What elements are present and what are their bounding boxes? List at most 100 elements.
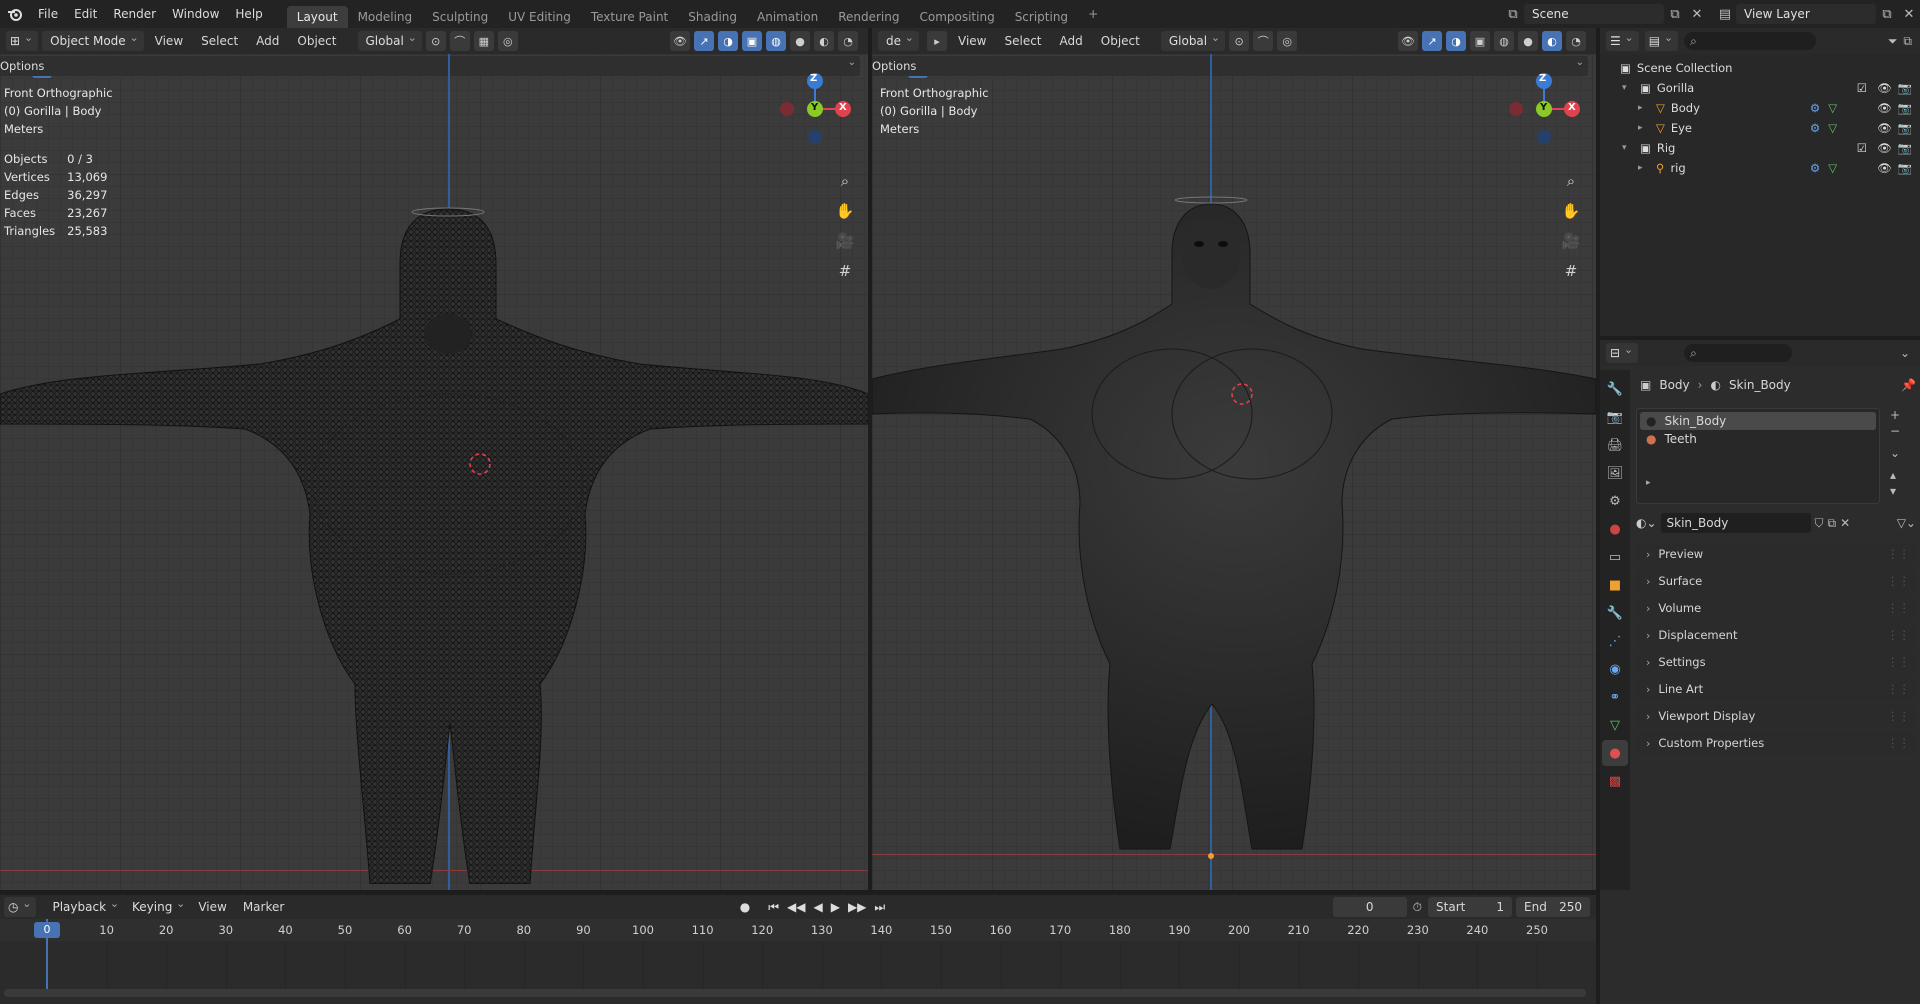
render-tab-icon[interactable]: 📷	[1602, 404, 1628, 430]
menu-help[interactable]: Help	[227, 0, 270, 28]
view-layer-icon[interactable]: ▤	[1714, 4, 1736, 24]
menu-object[interactable]: Object	[1094, 30, 1147, 52]
menu-select[interactable]: Select	[194, 30, 245, 52]
shading-material-icon[interactable]: ◐	[814, 31, 834, 51]
snap-target-icon[interactable]: ▦	[473, 31, 494, 51]
zoom-icon[interactable]: ⌕	[832, 168, 858, 194]
gorilla-wireframe-mesh[interactable]	[0, 124, 868, 884]
scene-tab-icon[interactable]: ⚙	[1602, 488, 1628, 514]
shading-solid-icon[interactable]: ●	[790, 31, 810, 51]
drag-handle-icon[interactable]: ⋮⋮	[1887, 574, 1910, 588]
navigation-gizmo[interactable]: Z X Y	[775, 69, 855, 149]
filter-icon[interactable]: ⏷	[1888, 34, 1898, 49]
navigation-gizmo[interactable]: Z X Y	[1504, 69, 1584, 149]
scene-icon[interactable]: ⧉	[1502, 4, 1524, 24]
timeline-area[interactable]: 10 20 30 40 50 60 70 80 90 100 110 120 130 140 150 160 1…	[0, 919, 1596, 1004]
mode-dropdown-partial[interactable]: de	[878, 28, 919, 51]
new-scene-icon[interactable]: ⧉	[1664, 4, 1686, 24]
shading-rendered-icon[interactable]: ◔	[838, 31, 858, 51]
options-button[interactable]: Options	[0, 54, 860, 76]
display-mode-dropdown[interactable]: ▤	[1644, 28, 1679, 51]
workspace-tab-layout[interactable]: Layout	[286, 6, 348, 28]
shading-rendered-icon[interactable]: ◔	[1566, 31, 1586, 51]
menu-playback[interactable]: Playback	[44, 894, 124, 917]
material-name-field[interactable]: Skin_Body	[1660, 513, 1811, 533]
outliner-row-gorilla[interactable]: ▾ ▣ Gorilla ☑ 👁 📷	[1600, 78, 1920, 98]
delete-scene-icon[interactable]: ✕	[1686, 4, 1708, 24]
duplicate-material-icon[interactable]: ⧉	[1828, 516, 1837, 531]
workspace-tab-shading[interactable]: Shading	[678, 6, 747, 28]
drag-handle-icon[interactable]: ⋮⋮	[1887, 736, 1910, 750]
xray-icon[interactable]: ▣	[1470, 31, 1490, 51]
options-chevron-icon[interactable]: ⌄	[1900, 346, 1910, 360]
workspace-tab-uv-editing[interactable]: UV Editing	[498, 6, 581, 28]
material-browse-icon[interactable]: ◐⌄	[1636, 516, 1657, 530]
proportional-edit-icon[interactable]: ◎	[497, 31, 518, 51]
world-tab-icon[interactable]: ●	[1602, 516, 1628, 542]
options-button[interactable]: Options	[872, 54, 1588, 76]
panel-line-art[interactable]: › Line Art ⋮⋮	[1636, 677, 1916, 701]
pan-hand-icon[interactable]: ✋	[1558, 198, 1584, 224]
texture-tab-icon[interactable]: ▩	[1602, 768, 1628, 794]
modifier-tab-icon[interactable]: 🔧	[1602, 600, 1628, 626]
panel-settings[interactable]: › Settings ⋮⋮	[1636, 650, 1916, 674]
modifier-icon[interactable]: ⚙	[1810, 121, 1820, 135]
exclude-checkbox-icon[interactable]: ☑	[1857, 81, 1867, 95]
outliner-row-rig[interactable]: ▸ ⚲ rig ⚙ ▽ 👁 📷	[1600, 158, 1920, 178]
play-icon[interactable]: ▶	[831, 900, 840, 915]
menu-select[interactable]: Select	[997, 30, 1048, 52]
proportional-edit-icon[interactable]: ◎	[1277, 31, 1298, 51]
panel-viewport-display[interactable]: › Viewport Display ⋮⋮	[1636, 704, 1916, 728]
drag-handle-icon[interactable]: ⋮⋮	[1887, 547, 1910, 561]
render-camera-icon[interactable]: 📷	[1898, 81, 1912, 95]
menu-edit[interactable]: Edit	[66, 0, 105, 28]
fake-user-icon[interactable]: ⛉	[1815, 516, 1824, 531]
outliner-row-rig[interactable]: ▾ ▣ Rig ☑ 👁 📷	[1600, 138, 1920, 158]
workspace-tab-texture-paint[interactable]: Texture Paint	[581, 6, 678, 28]
drag-handle-icon[interactable]: ⋮⋮	[1887, 655, 1910, 669]
visibility-icon[interactable]: 👁	[1398, 31, 1418, 51]
snap-icon[interactable]: ⌒	[449, 31, 470, 51]
move-down-icon[interactable]: ▾	[1890, 484, 1900, 498]
panel-volume[interactable]: › Volume ⋮⋮	[1636, 596, 1916, 620]
menu-keying[interactable]: Keying	[124, 894, 190, 917]
slot-specials-icon[interactable]: ⌄	[1890, 446, 1900, 460]
camera-icon[interactable]: 🎥	[1558, 228, 1584, 254]
drag-handle-icon[interactable]: ⋮⋮	[1887, 709, 1910, 723]
outliner-row-eye[interactable]: ▸ ▽ Eye ⚙ ▽ 👁 📷	[1600, 118, 1920, 138]
data-tab-icon[interactable]: ▽	[1602, 712, 1628, 738]
disclosure-triangle-icon[interactable]: ▸	[1638, 103, 1650, 113]
pivot-icon[interactable]: ⊙	[1229, 31, 1250, 51]
physics-tab-icon[interactable]: ◉	[1602, 656, 1628, 682]
workspace-tab-modeling[interactable]: Modeling	[348, 6, 423, 28]
menu-view[interactable]: View	[190, 900, 234, 914]
grid-ortho-icon[interactable]: #	[832, 258, 858, 284]
menu-add[interactable]: Add	[249, 30, 286, 52]
render-camera-icon[interactable]: 📷	[1898, 101, 1912, 115]
record-icon[interactable]: ●	[740, 900, 750, 914]
editor-type-dropdown[interactable]: ⊞	[6, 28, 39, 51]
overlay-toggle-icon[interactable]: ◑	[718, 31, 738, 51]
disclosure-triangle-icon[interactable]: ▾	[1622, 143, 1634, 153]
object-tab-icon[interactable]: ■	[1602, 572, 1628, 598]
shading-solid-icon[interactable]: ●	[1518, 31, 1538, 51]
grid-ortho-icon[interactable]: #	[1558, 258, 1584, 284]
visibility-eye-icon[interactable]: 👁	[1877, 141, 1892, 155]
remove-slot-icon[interactable]: −	[1890, 424, 1900, 438]
modifier-icon[interactable]: ⚙	[1810, 161, 1820, 175]
current-frame-field[interactable]: 0	[1332, 897, 1407, 917]
select-tool-icon[interactable]: ▸	[927, 31, 947, 51]
disclosure-triangle-icon[interactable]: ▸	[1638, 123, 1650, 133]
outliner-search-input[interactable]: ⌕	[1684, 32, 1817, 50]
menu-file[interactable]: File	[30, 0, 66, 28]
constraints-tab-icon[interactable]: ⚭	[1602, 684, 1628, 710]
data-icon[interactable]: ▽	[1828, 121, 1837, 135]
expand-list-icon[interactable]: ▸	[1640, 478, 1876, 488]
menu-object[interactable]: Object	[290, 30, 343, 52]
new-view-layer-icon[interactable]: ⧉	[1876, 4, 1898, 24]
menu-marker[interactable]: Marker	[235, 900, 292, 914]
view-layer-selector[interactable]: View Layer	[1736, 4, 1876, 24]
visibility-eye-icon[interactable]: 👁	[1877, 101, 1892, 115]
gizmo-toggle-icon[interactable]: ↗	[1422, 31, 1442, 51]
material-slot-list[interactable]: ● Skin_Body ● Teeth ▸	[1636, 408, 1880, 504]
